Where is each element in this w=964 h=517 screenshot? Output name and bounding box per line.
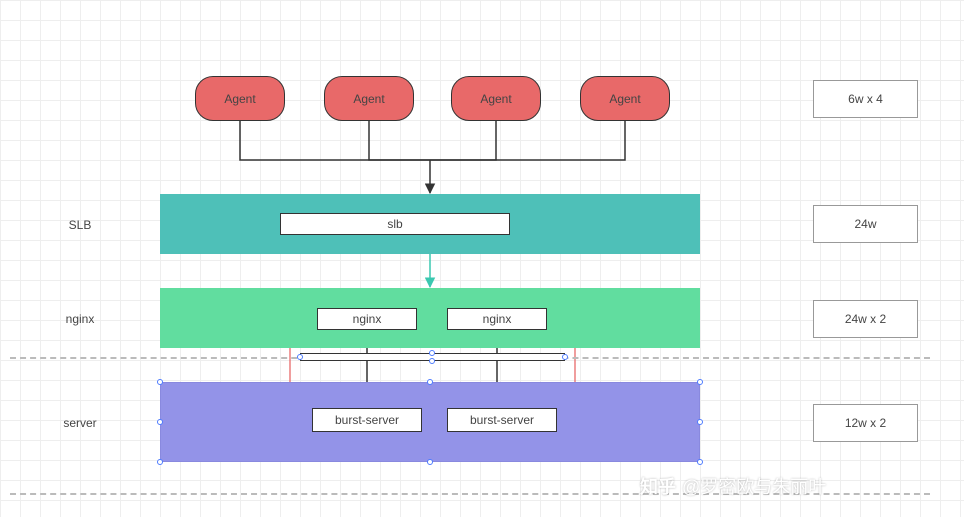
selection-handle[interactable] xyxy=(427,379,433,385)
agent-node-1[interactable]: Agent xyxy=(195,76,285,121)
annotation-text: 12w x 2 xyxy=(845,416,886,430)
agent-label: Agent xyxy=(609,92,640,106)
selection-handle[interactable] xyxy=(562,354,568,360)
server-label: burst-server xyxy=(335,413,399,427)
edge-agents-to-slb xyxy=(240,121,625,193)
agent-node-3[interactable]: Agent xyxy=(451,76,541,121)
selection-handle[interactable] xyxy=(697,379,703,385)
watermark: 知乎 @罗密欧与朱丽叶 xyxy=(640,473,826,499)
slb-label: slb xyxy=(387,217,402,231)
selection-handle[interactable] xyxy=(157,379,163,385)
agent-node-4[interactable]: Agent xyxy=(580,76,670,121)
server-layer[interactable] xyxy=(160,382,700,462)
selection-handle[interactable] xyxy=(697,419,703,425)
selection-handle[interactable] xyxy=(157,419,163,425)
nginx-node-1[interactable]: nginx xyxy=(317,308,417,330)
selection-handle[interactable] xyxy=(157,459,163,465)
annotation-text: 24w xyxy=(854,217,876,231)
agent-label: Agent xyxy=(224,92,255,106)
selection-handle[interactable] xyxy=(697,459,703,465)
watermark-author: @罗密欧与朱丽叶 xyxy=(682,473,826,499)
side-label-slb: SLB xyxy=(45,218,115,232)
selection-handle[interactable] xyxy=(429,350,435,356)
zhihu-logo-icon: 知乎 xyxy=(640,473,676,499)
nginx-node-2[interactable]: nginx xyxy=(447,308,547,330)
nginx-layer[interactable] xyxy=(160,288,700,348)
agent-label: Agent xyxy=(353,92,384,106)
annotation-text: 6w x 4 xyxy=(848,92,883,106)
server-node-2[interactable]: burst-server xyxy=(447,408,557,432)
selection-handle[interactable] xyxy=(297,354,303,360)
server-label: burst-server xyxy=(470,413,534,427)
side-label-nginx: nginx xyxy=(45,312,115,326)
annotation-agents[interactable]: 6w x 4 xyxy=(813,80,918,118)
selection-handle[interactable] xyxy=(427,459,433,465)
slb-node[interactable]: slb xyxy=(280,213,510,235)
annotation-server[interactable]: 12w x 2 xyxy=(813,404,918,442)
agent-node-2[interactable]: Agent xyxy=(324,76,414,121)
annotation-slb[interactable]: 24w xyxy=(813,205,918,243)
selection-handle[interactable] xyxy=(429,358,435,364)
server-node-1[interactable]: burst-server xyxy=(312,408,422,432)
side-label-server: server xyxy=(45,416,115,430)
nginx-label: nginx xyxy=(353,312,382,326)
agent-label: Agent xyxy=(480,92,511,106)
nginx-label: nginx xyxy=(483,312,512,326)
annotation-text: 24w x 2 xyxy=(845,312,886,326)
annotation-nginx[interactable]: 24w x 2 xyxy=(813,300,918,338)
